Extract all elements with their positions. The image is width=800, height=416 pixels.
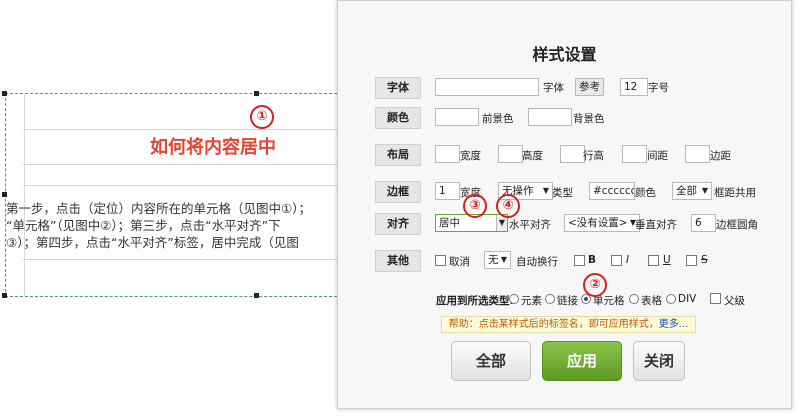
width-suffix: 宽度 [460, 150, 481, 162]
other-row-label: 其他 [375, 250, 421, 272]
dialog-title: 样式设置 [532, 45, 597, 64]
border-color-input[interactable]: #cccccc [589, 182, 635, 200]
parent-label: 父级 [724, 295, 745, 307]
auto-wrap-value: 无 [488, 254, 499, 266]
margin-input[interactable] [685, 145, 710, 163]
radio-table-label: 表格 [641, 295, 662, 307]
height-suffix: 高度 [522, 150, 543, 162]
border-width-input[interactable]: 1 [435, 182, 460, 200]
bold-checkbox[interactable] [574, 255, 585, 266]
line-height-suffix: 行高 [583, 150, 604, 162]
resize-handle[interactable] [2, 293, 7, 298]
border-scope-select[interactable]: 全部 ▼ [672, 182, 712, 200]
font-suffix: 字体 [543, 82, 564, 94]
italic-label: I [626, 254, 630, 266]
step-marker-4: ④ [496, 194, 520, 218]
horizontal-align-suffix[interactable]: 水平对齐 [509, 217, 551, 232]
border-radius-suffix: 边框圆角 [716, 219, 758, 231]
font-size-suffix: 字号 [648, 82, 669, 94]
foreground-color-input[interactable] [435, 108, 479, 126]
dropdown-arrow-icon: ▼ [500, 255, 507, 264]
radio-table[interactable] [629, 294, 639, 304]
cancel-label: 取消 [449, 256, 470, 268]
width-input[interactable] [435, 145, 460, 163]
radio-element-label: 元素 [521, 295, 542, 307]
doc-text-line: ③）；第四步，点击“水平对齐”标签，居中完成（见图 [6, 235, 299, 250]
radio-div-label: DIV [678, 293, 697, 305]
font-row-label: 字体 [375, 77, 421, 99]
radio-element[interactable] [509, 294, 519, 304]
editor-table-frame[interactable] [5, 93, 347, 297]
font-size-input[interactable]: 12 [620, 78, 648, 96]
line-height-input[interactable] [560, 145, 585, 163]
horizontal-align-value: 居中 [439, 217, 460, 229]
strikethrough-label: S [701, 254, 708, 266]
resize-handle[interactable] [2, 192, 7, 197]
strikethrough-checkbox[interactable] [686, 255, 697, 266]
vertical-align-value: <没有设置> [568, 217, 628, 229]
spacing-input[interactable] [622, 145, 647, 163]
resize-handle[interactable] [2, 91, 7, 96]
foreground-color-suffix: 前景色 [482, 113, 514, 125]
all-button[interactable]: 全部 [451, 341, 531, 381]
table-row-divider [23, 259, 345, 260]
auto-wrap-suffix: 自动换行 [516, 256, 558, 268]
underline-label: U [663, 254, 671, 266]
more-link[interactable]: 更多... [659, 319, 689, 330]
align-row-label: 对齐 [375, 213, 421, 235]
step-marker-3: ③ [463, 194, 487, 218]
help-text: 帮助：点击某样式后的标签名，即可应用样式， [448, 319, 659, 330]
border-radius-input[interactable]: 6 [691, 214, 716, 232]
spacing-suffix: 间距 [647, 150, 668, 162]
resize-handle[interactable] [254, 91, 259, 96]
background-color-suffix: 背景色 [573, 113, 605, 125]
table-cell-column[interactable] [24, 94, 346, 296]
cancel-checkbox[interactable] [435, 255, 446, 266]
apply-types-label: 应用到所选类型: [436, 295, 514, 307]
vertical-align-suffix: 垂直对齐 [635, 219, 677, 231]
radio-link[interactable] [545, 294, 555, 304]
apply-button[interactable]: 应用 [542, 341, 622, 381]
dropdown-arrow-icon: ▼ [701, 186, 708, 195]
border-color-suffix: 颜色 [635, 187, 656, 199]
table-row-divider [23, 164, 345, 165]
help-bar: 帮助：点击某样式后的标签名，即可应用样式，更多... [441, 316, 696, 333]
radio-link-label: 链接 [557, 295, 578, 307]
border-row-label: 边框 [375, 181, 421, 203]
step-marker-1: ① [250, 105, 274, 129]
bold-label: B [588, 254, 597, 266]
parent-checkbox[interactable] [710, 293, 721, 304]
vertical-align-select[interactable]: <没有设置> ▼ [564, 214, 640, 232]
border-scope-value: 全部 [676, 185, 697, 197]
background-color-input[interactable] [528, 108, 572, 126]
table-row-divider [23, 185, 345, 186]
italic-checkbox[interactable] [611, 255, 622, 266]
reference-button[interactable]: 参考 [575, 78, 604, 96]
step-marker-2: ② [583, 273, 607, 297]
layout-row-label: 布局 [375, 144, 421, 166]
close-button[interactable]: 关闭 [633, 341, 685, 381]
border-scope-suffix: 框距共用 [714, 187, 756, 199]
color-row-label: 颜色 [375, 107, 421, 129]
dropdown-arrow-icon: ▼ [542, 186, 549, 195]
resize-handle[interactable] [254, 293, 259, 298]
underline-checkbox[interactable] [648, 255, 659, 266]
margin-suffix: 边距 [710, 150, 731, 162]
style-settings-dialog: 样式设置 字体 字体 参考 12 字号 颜色 前景色 背景色 布局 宽度 高度 … [337, 0, 792, 409]
radio-div[interactable] [666, 294, 676, 304]
font-input[interactable] [435, 78, 539, 96]
doc-title[interactable]: 如何将内容居中 [150, 133, 276, 159]
auto-wrap-select[interactable]: 无 ▼ [484, 251, 511, 269]
height-input[interactable] [498, 145, 523, 163]
table-row-divider [23, 129, 345, 130]
border-type-suffix: 类型 [552, 187, 573, 199]
